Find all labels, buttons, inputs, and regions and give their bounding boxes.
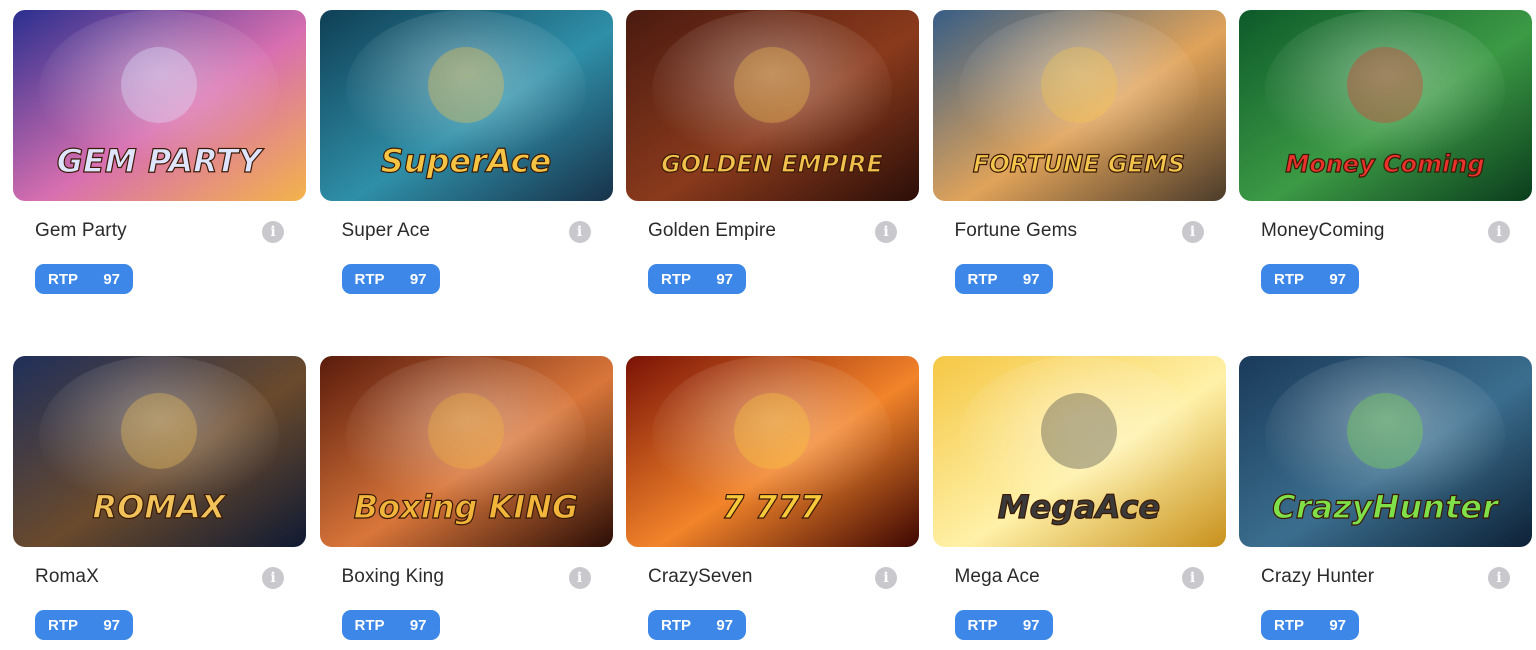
rtp-label: RTP (354, 270, 385, 288)
rtp-value: 97 (716, 270, 733, 288)
rtp-value: 97 (409, 616, 427, 634)
rtp-value: 97 (409, 270, 427, 288)
rtp-value: 97 (716, 616, 733, 634)
game-title: MoneyComing (1261, 220, 1385, 241)
game-title: Boxing King (341, 566, 445, 587)
game-thumbnail[interactable]: SuperAce (319, 10, 613, 201)
info-icon[interactable]: i (568, 221, 591, 243)
game-logo-art: SuperAce (380, 142, 551, 180)
game-thumbnail[interactable]: FORTUNE GEMS (932, 10, 1226, 201)
game-card[interactable]: 7 777 CrazySeven i RTP 97 (626, 356, 919, 646)
game-logo-art: Money Coming (1285, 150, 1484, 178)
rtp-badge[interactable]: RTP 97 (954, 264, 1053, 294)
rtp-badge[interactable]: RTP 97 (648, 610, 746, 640)
game-logo-art: ROMAX (92, 488, 226, 526)
info-icon[interactable]: i (568, 567, 591, 589)
info-icon[interactable]: i (875, 567, 897, 589)
game-thumbnail[interactable]: CrazyHunter (1239, 356, 1532, 547)
game-logo-art: GEM PARTY (57, 142, 264, 180)
game-thumbnail[interactable]: GOLDEN EMPIRE (626, 10, 919, 201)
game-thumbnail[interactable]: 7 777 (626, 356, 919, 547)
game-thumbnail[interactable]: Boxing KING (319, 356, 613, 547)
rtp-label: RTP (967, 616, 998, 634)
rtp-badge[interactable]: RTP 97 (1261, 610, 1359, 640)
rtp-value: 97 (1022, 616, 1040, 634)
rtp-badge[interactable]: RTP 97 (341, 264, 440, 294)
info-icon[interactable]: i (1181, 221, 1204, 243)
rtp-value: 97 (1329, 270, 1346, 288)
info-icon[interactable]: i (1488, 221, 1510, 243)
rtp-value: 97 (103, 270, 120, 288)
game-card[interactable]: SuperAce Super Ace i RTP 97 (319, 10, 613, 300)
game-title: CrazySeven (648, 566, 753, 587)
info-icon[interactable]: i (262, 221, 284, 243)
game-logo-art: 7 777 (722, 488, 823, 526)
game-logo-art: MegaAce (997, 488, 1160, 526)
rtp-label: RTP (661, 270, 691, 288)
game-card[interactable]: GOLDEN EMPIRE Golden Empire i RTP 97 (626, 10, 919, 300)
game-thumbnail[interactable]: ROMAX (13, 356, 306, 547)
info-icon[interactable]: i (1181, 567, 1204, 589)
rtp-badge[interactable]: RTP 97 (648, 264, 746, 294)
game-title: RomaX (35, 566, 99, 587)
game-card[interactable]: ROMAX RomaX i RTP 97 (13, 356, 306, 646)
rtp-label: RTP (967, 270, 998, 288)
rtp-badge[interactable]: RTP 97 (1261, 264, 1359, 294)
game-title: Crazy Hunter (1261, 566, 1375, 587)
game-card[interactable]: Money Coming MoneyComing i RTP 97 (1239, 10, 1532, 300)
rtp-label: RTP (1274, 270, 1304, 288)
rtp-label: RTP (661, 616, 691, 634)
game-card[interactable]: Boxing KING Boxing King i RTP 97 (319, 356, 613, 646)
game-card[interactable]: GEM PARTY Gem Party i RTP 97 (13, 10, 306, 300)
game-card[interactable]: MegaAce Mega Ace i RTP 97 (932, 356, 1226, 646)
game-thumbnail[interactable]: GEM PARTY (13, 10, 306, 201)
game-thumbnail[interactable]: Money Coming (1239, 10, 1532, 201)
game-title: Golden Empire (648, 220, 777, 241)
rtp-value: 97 (103, 616, 120, 634)
info-icon[interactable]: i (262, 567, 284, 589)
game-thumbnail[interactable]: MegaAce (932, 356, 1226, 547)
rtp-label: RTP (1274, 616, 1304, 634)
game-title: Gem Party (35, 220, 127, 241)
game-logo-art: FORTUNE GEMS (972, 150, 1184, 178)
game-card[interactable]: CrazyHunter Crazy Hunter i RTP 97 (1239, 356, 1532, 646)
info-icon[interactable]: i (1488, 567, 1510, 589)
rtp-badge[interactable]: RTP 97 (341, 610, 440, 640)
rtp-label: RTP (48, 616, 78, 634)
game-logo-art: Boxing KING (353, 488, 578, 526)
game-logo-art: CrazyHunter (1272, 488, 1500, 526)
game-title: Mega Ace (954, 566, 1040, 587)
game-card[interactable]: FORTUNE GEMS Fortune Gems i RTP 97 (932, 10, 1226, 300)
rtp-value: 97 (1329, 616, 1346, 634)
rtp-badge[interactable]: RTP 97 (954, 610, 1053, 640)
game-title: Fortune Gems (954, 220, 1078, 241)
game-logo-art: GOLDEN EMPIRE (661, 150, 883, 178)
rtp-badge[interactable]: RTP 97 (35, 610, 133, 640)
info-icon[interactable]: i (875, 221, 897, 243)
rtp-label: RTP (354, 616, 385, 634)
game-title: Super Ace (341, 220, 431, 241)
rtp-label: RTP (48, 270, 78, 288)
rtp-value: 97 (1022, 270, 1040, 288)
rtp-badge[interactable]: RTP 97 (35, 264, 133, 294)
